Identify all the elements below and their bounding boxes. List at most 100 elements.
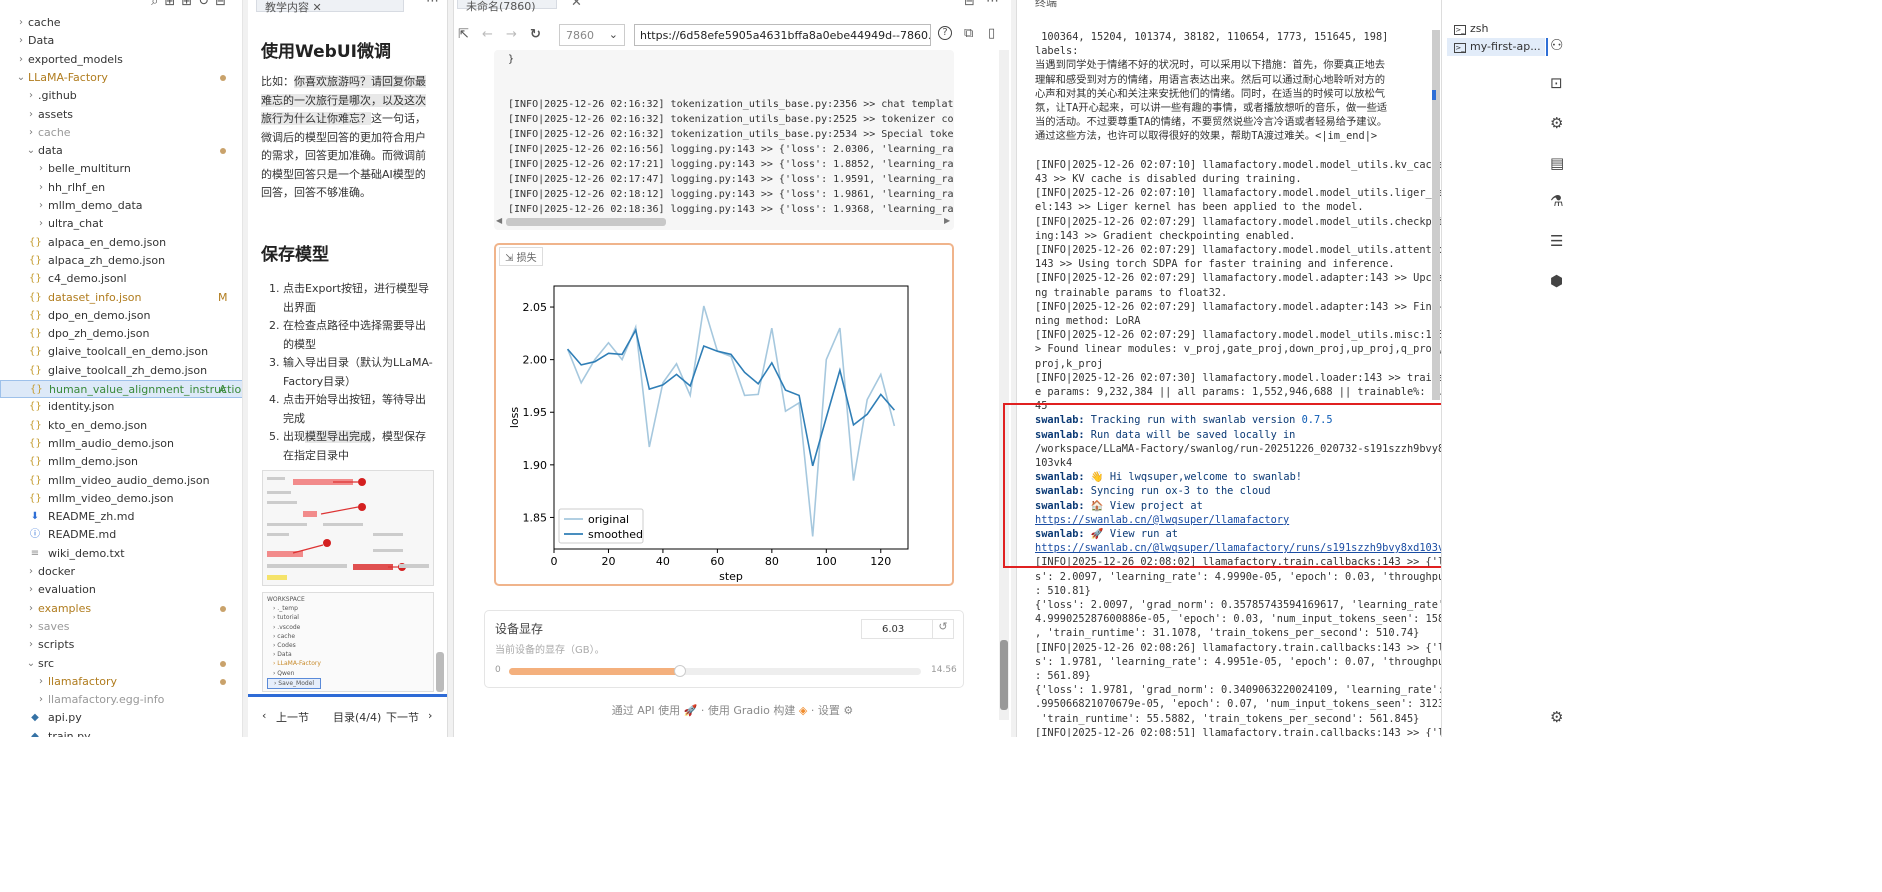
search-icon[interactable]: ⌕ (151, 0, 164, 9)
debug-icon[interactable]: ⚙ (1550, 114, 1563, 132)
terminal-panel[interactable]: 终端 100364, 15204, 101374, 38182, 110654,… (1016, 0, 1441, 737)
more-icon[interactable]: ⋯ (986, 0, 999, 9)
gradio-link[interactable]: 使用 Gradio 构建 (708, 704, 796, 717)
chevron-right-icon[interactable]: › (16, 32, 26, 50)
tree-item[interactable]: {} alpaca_en_demo.json (0, 234, 242, 252)
log-hscrollbar[interactable] (506, 218, 666, 226)
account-icon[interactable]: ⚇ (1550, 36, 1563, 54)
settings-icon[interactable]: ⚙ (1550, 708, 1563, 726)
tree-item[interactable]: {} kto_en_demo.json (0, 417, 242, 435)
tab-tutorial[interactable]: 教学内容 ✕ (256, 0, 404, 14)
tree-item[interactable]: ◆ train.py (0, 728, 242, 737)
terminal-scrollbar[interactable] (1432, 30, 1440, 400)
new-folder-icon[interactable]: ⊞ (181, 0, 198, 9)
tree-item[interactable]: › saves (0, 618, 242, 636)
close-icon[interactable]: ✕ (571, 0, 582, 10)
refresh-icon[interactable]: ↻ (198, 0, 215, 9)
tree-item[interactable]: ⬇ README_zh.md (0, 508, 242, 526)
tree-item[interactable]: {} identity.json (0, 398, 242, 416)
tree-item[interactable]: › scripts (0, 636, 242, 654)
chevron-right-icon[interactable]: › (26, 563, 36, 581)
api-link[interactable]: 通过 API 使用 (612, 704, 680, 717)
tree-item[interactable]: {} glaive_toolcall_zh_demo.json (0, 362, 242, 380)
url-input[interactable]: https://6d58efe5905a4631bffa8a0ebe44949d… (634, 24, 931, 46)
slider-thumb[interactable] (673, 665, 686, 677)
tree-item[interactable]: {} dataset_info.json M (0, 289, 242, 307)
new-file-icon[interactable]: ⊞ (164, 0, 181, 9)
tree-item[interactable]: › exported_models (0, 51, 242, 69)
chevron-right-icon[interactable]: › (16, 51, 26, 69)
port-select[interactable]: 7860 ⌄ (559, 24, 625, 46)
tree-item[interactable]: › examples (0, 600, 242, 618)
back-icon[interactable]: ← (482, 27, 493, 42)
scroll-right-icon[interactable]: ▶ (944, 216, 950, 225)
tree-item[interactable]: {} c4_demo.jsonl (0, 270, 242, 288)
tree-item[interactable]: › llamafactory.egg-info (0, 691, 242, 709)
chevron-right-icon[interactable]: › (26, 618, 36, 636)
tree-item[interactable]: {} dpo_zh_demo.json (0, 325, 242, 343)
tree-item[interactable]: ◆ api.py (0, 709, 242, 727)
reload-icon[interactable]: ↻ (530, 27, 541, 42)
more-icon[interactable]: ⋯ (426, 0, 439, 9)
tree-item[interactable]: {} mllm_video_demo.json (0, 490, 242, 508)
pager-prev[interactable]: 上一节 (276, 709, 309, 725)
forward-icon[interactable]: → (506, 27, 517, 42)
pager-prev-icon[interactable]: ‹ (262, 709, 266, 722)
chevron-right-icon[interactable]: › (36, 179, 46, 197)
chevron-right-icon[interactable]: › (16, 14, 26, 32)
chevron-right-icon[interactable]: › (26, 106, 36, 124)
settings-link[interactable]: 设置 (818, 704, 840, 717)
tree-item[interactable]: › belle_multiturn (0, 160, 242, 178)
tree-item[interactable]: › llamafactory (0, 673, 242, 691)
open-external-icon[interactable]: ⇱ (458, 27, 469, 42)
package-icon[interactable]: ⬢ (1550, 272, 1563, 290)
help-icon[interactable]: ? (938, 26, 952, 40)
tab-browser[interactable]: 未命名(7860) (457, 0, 557, 13)
tree-item[interactable]: ⓘ README.md (0, 526, 242, 544)
terminal-item-zsh[interactable]: >_ zsh (1454, 22, 1488, 35)
chevron-right-icon[interactable]: › (36, 160, 46, 178)
chevron-right-icon[interactable]: › (36, 215, 46, 233)
terminal-item-my-first-app[interactable]: >_ my-first-ap... (1447, 38, 1545, 56)
chevron-right-icon[interactable]: › (26, 124, 36, 142)
tree-item[interactable]: ⌄ src (0, 655, 242, 673)
extensions-icon[interactable]: ▤ (1550, 154, 1564, 172)
pager-next-icon[interactable]: › (428, 709, 432, 722)
tree-item[interactable]: › hh_rlhf_en (0, 179, 242, 197)
tree-item[interactable]: {} alpaca_zh_demo.json (0, 252, 242, 270)
memory-slider[interactable] (509, 665, 921, 677)
tree-item[interactable]: ≡ wiki_demo.txt (0, 545, 242, 563)
device-icon[interactable]: ▯ (988, 26, 995, 41)
tree-item[interactable]: ⌄ LLaMA-Factory (0, 69, 242, 87)
browser-scrollbar[interactable] (999, 50, 1009, 720)
tree-item[interactable]: {} dpo_en_demo.json (0, 307, 242, 325)
tree-item[interactable]: › cache (0, 124, 242, 142)
pager-next[interactable]: 下一节 (386, 709, 419, 725)
tree-item[interactable]: › Data (0, 32, 242, 50)
chevron-right-icon[interactable]: › (36, 673, 46, 691)
tree-item[interactable]: {} mllm_demo.json (0, 453, 242, 471)
pager-toc[interactable]: 目录(4/4) (333, 709, 381, 725)
screenshot-icon[interactable]: ⧉ (964, 26, 973, 41)
tree-item[interactable]: › assets (0, 106, 242, 124)
tree-item[interactable]: › evaluation (0, 581, 242, 599)
chevron-down-icon[interactable]: ⌄ (16, 69, 26, 87)
tutorial-scrollbar[interactable] (436, 652, 444, 692)
tree-item[interactable]: {} mllm_video_audio_demo.json (0, 472, 242, 490)
close-icon[interactable]: ✕ (313, 1, 322, 14)
tree-item[interactable]: {} mllm_audio_demo.json (0, 435, 242, 453)
tree-item[interactable]: › mllm_demo_data (0, 197, 242, 215)
chevron-right-icon[interactable]: › (26, 600, 36, 618)
tree-item[interactable]: › docker (0, 563, 242, 581)
chevron-right-icon[interactable]: › (36, 691, 46, 709)
reset-icon[interactable]: ↺ (932, 619, 954, 639)
split-icon[interactable]: ⊟ (964, 0, 975, 9)
tree-item[interactable]: {} glaive_toolcall_en_demo.json (0, 343, 242, 361)
tree-item[interactable]: ⌄ data (0, 142, 242, 160)
chevron-right-icon[interactable]: › (26, 581, 36, 599)
chevron-right-icon[interactable]: › (26, 87, 36, 105)
memory-value-input[interactable]: 6.03 (861, 619, 933, 639)
scroll-left-icon[interactable]: ◀ (496, 216, 502, 225)
chevron-right-icon[interactable]: › (26, 636, 36, 654)
tree-item[interactable]: › .github (0, 87, 242, 105)
